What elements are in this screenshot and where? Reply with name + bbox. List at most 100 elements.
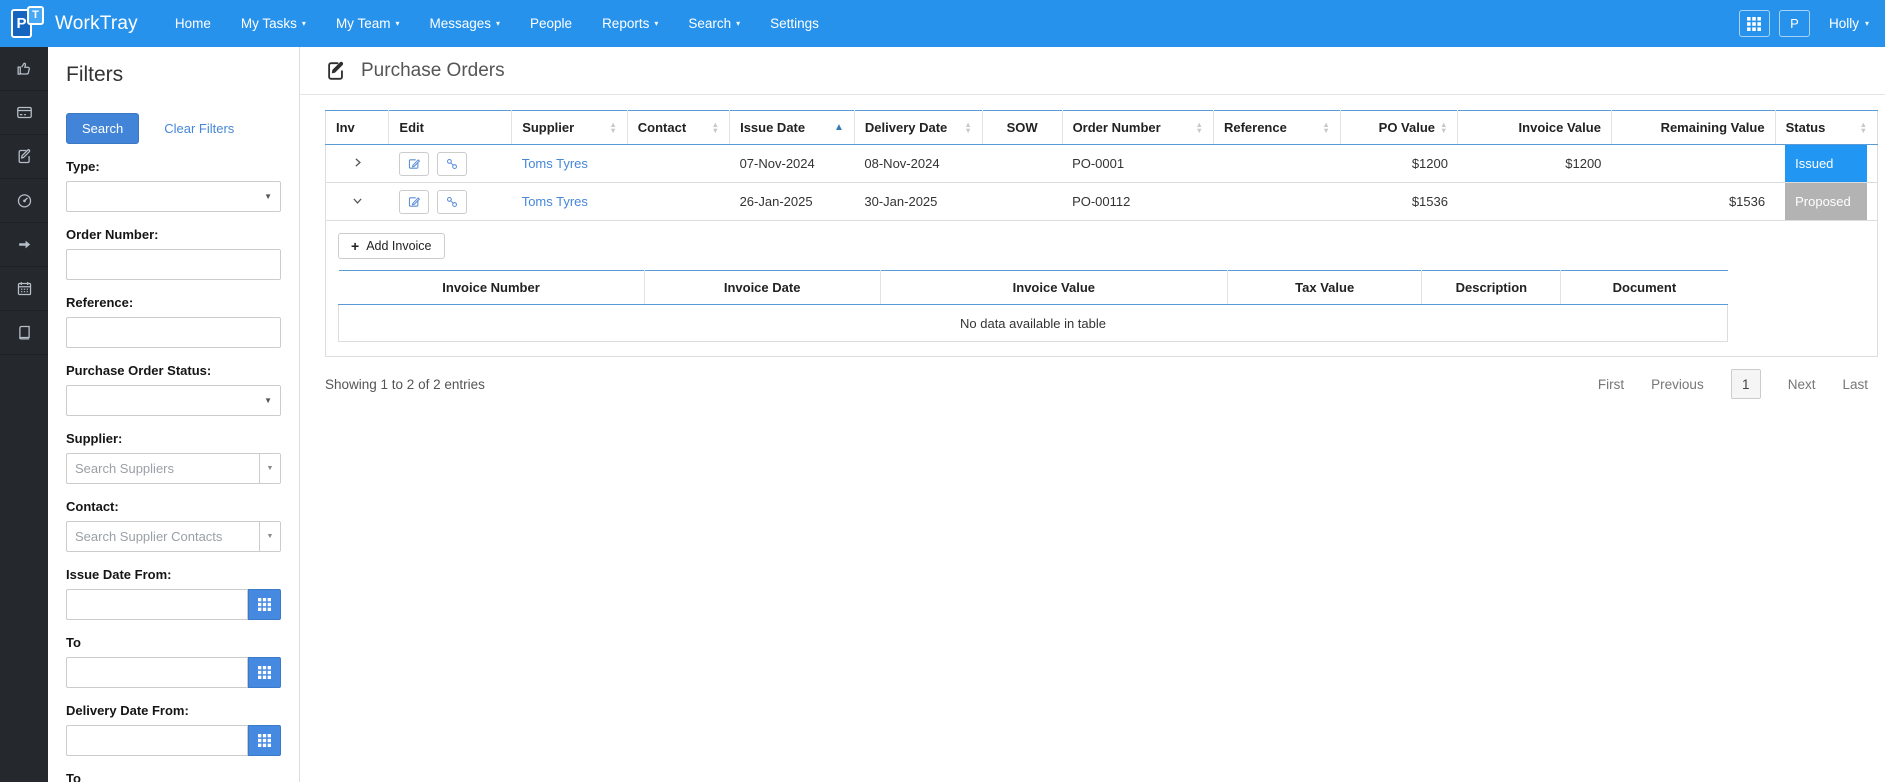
issue-date-to-calendar-button[interactable] — [248, 657, 281, 688]
contact-label: Contact: — [66, 499, 119, 514]
issue-date-from-calendar-button[interactable] — [248, 589, 281, 620]
sort-asc-icon: ▲ — [833, 121, 844, 133]
col-order-number[interactable]: Order Number ▲ ▼ — [1062, 110, 1214, 145]
nav-messages-label: Messages — [429, 16, 491, 31]
sort-icon: ▲ ▼ — [609, 120, 617, 135]
caret-down-icon: ▾ — [395, 18, 400, 28]
add-invoice-button[interactable]: + Add Invoice — [338, 233, 445, 259]
invoice-value-cell: $1200 — [1457, 144, 1612, 183]
col-status[interactable]: Status ▲ ▼ — [1775, 110, 1878, 145]
profile-initial: P — [1790, 16, 1799, 31]
type-select[interactable]: ▼ — [66, 181, 281, 212]
nav-home[interactable]: Home — [160, 0, 226, 47]
po-status-select[interactable]: ▼ — [66, 385, 281, 416]
nav-search[interactable]: Search ▾ — [673, 0, 755, 47]
delivery-date-from-calendar-button[interactable] — [248, 725, 281, 756]
combobox-caret-icon[interactable]: ▼ — [259, 522, 280, 551]
issue-date-from-label: Issue Date From: — [66, 567, 172, 582]
reference-input[interactable] — [66, 317, 281, 348]
supplier-link[interactable]: Toms Tyres — [522, 156, 588, 171]
supplier-combobox[interactable]: Search Suppliers ▼ — [66, 453, 281, 484]
first-page-link[interactable]: First — [1598, 377, 1624, 392]
nav-messages[interactable]: Messages ▾ — [414, 0, 515, 47]
nav-reports[interactable]: Reports ▾ — [587, 0, 673, 47]
grid-icon — [1747, 16, 1762, 31]
no-data-message: No data available in table — [338, 304, 1728, 342]
col-inv: Inv — [325, 110, 390, 145]
col-issue-date[interactable]: Issue Date ▲ — [729, 110, 855, 145]
edit-po-button[interactable] — [398, 189, 429, 214]
po-row-1: Toms Tyres 07-Nov-2024 08-Nov-2024 PO-00… — [325, 144, 1878, 183]
order-number-label: Order Number: — [66, 227, 159, 242]
order-number-input[interactable] — [66, 249, 281, 280]
order-number-cell: PO-0001 — [1062, 144, 1214, 183]
edit-pencil-icon — [408, 196, 421, 207]
select-caret-icon: ▼ — [264, 396, 272, 405]
col-contact[interactable]: Contact ▲ ▼ — [627, 110, 731, 145]
rail-item-calendar[interactable] — [0, 267, 48, 311]
nav-people-label: People — [530, 16, 573, 31]
rail-item-approvals[interactable] — [0, 47, 48, 91]
combobox-caret-icon[interactable]: ▼ — [259, 454, 280, 483]
remaining-value-cell: $1536 — [1611, 182, 1776, 221]
select-caret-icon: ▼ — [264, 192, 272, 201]
filter-actions: Search Clear Filters — [66, 113, 281, 144]
issue-date-from-input[interactable] — [66, 589, 248, 620]
next-page-link[interactable]: Next — [1788, 377, 1816, 392]
po-status-label: Purchase Order Status: — [66, 363, 212, 378]
apps-grid-button[interactable] — [1738, 10, 1770, 37]
user-menu[interactable]: Holly ▾ — [1829, 16, 1869, 31]
expand-row-button[interactable] — [349, 154, 366, 174]
issue-date-cell: 07-Nov-2024 — [729, 144, 855, 183]
supplier-link[interactable]: Toms Tyres — [522, 194, 588, 209]
link-po-button[interactable] — [436, 189, 467, 214]
status-badge: Proposed — [1785, 183, 1867, 220]
reference-cell — [1213, 144, 1341, 183]
table-header-row: Inv Edit Supplier ▲ ▼ Contact ▲ ▼ Issue Date… — [325, 110, 1878, 145]
calendar-grid-icon — [258, 734, 271, 747]
delivery-date-cell: 08-Nov-2024 — [854, 144, 983, 183]
calendar-grid-icon — [258, 666, 271, 679]
reference-cell — [1213, 182, 1341, 221]
rail-item-dashboard[interactable] — [0, 179, 48, 223]
search-button[interactable]: Search — [66, 113, 140, 144]
main-area: Purchase Orders Inv Edit Supplier ▲ ▼ Co… — [300, 47, 1885, 782]
col-edit: Edit — [388, 110, 513, 145]
rail-item-go[interactable] — [0, 223, 48, 267]
page-title: Purchase Orders — [361, 59, 505, 81]
po-value-cell: $1536 — [1340, 182, 1458, 221]
delivery-date-from-input[interactable] — [66, 725, 248, 756]
col-delivery-date[interactable]: Delivery Date ▲ ▼ — [854, 110, 983, 145]
previous-page-link[interactable]: Previous — [1651, 377, 1704, 392]
link-po-button[interactable] — [436, 151, 467, 176]
profile-initial-button[interactable]: P — [1778, 10, 1810, 37]
nav-people[interactable]: People — [515, 0, 587, 47]
issue-date-to-input[interactable] — [66, 657, 248, 688]
current-page-button[interactable]: 1 — [1730, 369, 1761, 399]
purchase-orders-table: Inv Edit Supplier ▲ ▼ Contact ▲ ▼ Issue Date… — [325, 110, 1878, 357]
rail-item-payments[interactable] — [0, 91, 48, 135]
inv-col-description: Description — [1421, 270, 1562, 305]
brand[interactable]: P T WorkTray — [10, 5, 138, 42]
collapse-row-button[interactable] — [349, 192, 366, 212]
rail-item-purchase-orders[interactable] — [0, 135, 48, 179]
body-row: Filters Search Clear Filters Type: ▼ Ord… — [0, 47, 1885, 782]
pagination: Showing 1 to 2 of 2 entries First Previo… — [325, 357, 1878, 399]
status-badge: Issued — [1785, 145, 1867, 182]
col-supplier[interactable]: Supplier ▲ ▼ — [511, 110, 628, 145]
clear-filters-link[interactable]: Clear Filters — [164, 121, 234, 136]
contact-combobox[interactable]: Search Supplier Contacts ▼ — [66, 521, 281, 552]
calendar-icon — [17, 282, 31, 296]
filter-order-number: Order Number: — [66, 227, 281, 280]
col-po-value[interactable]: PO Value ▲ ▼ — [1340, 110, 1459, 145]
nav-my-team[interactable]: My Team ▾ — [321, 0, 415, 47]
col-reference[interactable]: Reference ▲ ▼ — [1213, 110, 1341, 145]
supplier-placeholder: Search Suppliers — [75, 461, 174, 476]
edit-po-button[interactable] — [398, 151, 429, 176]
rail-item-journal[interactable] — [0, 311, 48, 355]
last-page-link[interactable]: Last — [1842, 377, 1868, 392]
contact-placeholder: Search Supplier Contacts — [75, 529, 223, 544]
book-icon — [18, 325, 30, 340]
nav-settings[interactable]: Settings — [755, 0, 834, 47]
nav-my-tasks[interactable]: My Tasks ▾ — [226, 0, 321, 47]
